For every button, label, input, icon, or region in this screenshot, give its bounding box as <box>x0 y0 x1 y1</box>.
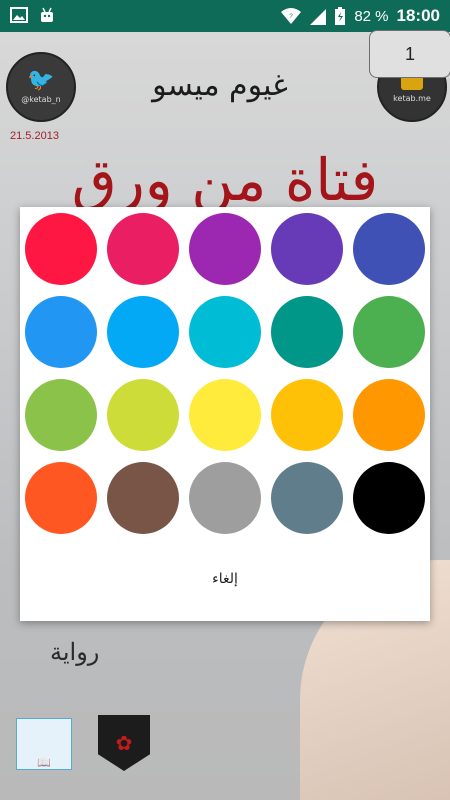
signal-icon <box>310 9 327 25</box>
wifi-icon: ? <box>281 8 302 24</box>
color-swatch[interactable] <box>189 462 261 534</box>
color-swatch[interactable] <box>25 296 97 368</box>
ketab-label: ketab.me <box>393 93 431 103</box>
image-icon <box>10 7 28 23</box>
color-swatch[interactable] <box>271 379 343 451</box>
clock: 18:00 <box>396 6 440 25</box>
color-swatch[interactable] <box>189 296 261 368</box>
color-swatch[interactable] <box>353 462 425 534</box>
color-swatch[interactable] <box>107 296 179 368</box>
status-bar-right: ? 82 % 18:00 <box>280 0 440 32</box>
color-swatch[interactable] <box>25 213 97 285</box>
color-swatch[interactable] <box>25 462 97 534</box>
color-swatch[interactable] <box>353 296 425 368</box>
color-swatch[interactable] <box>107 379 179 451</box>
author-name: غيوم ميسو <box>152 68 288 103</box>
color-swatch[interactable] <box>107 213 179 285</box>
battery-icon <box>335 7 346 25</box>
cancel-button[interactable]: إلغاء <box>20 557 430 601</box>
color-swatch[interactable] <box>271 213 343 285</box>
color-swatch[interactable] <box>107 462 179 534</box>
color-swatch[interactable] <box>271 462 343 534</box>
color-swatch[interactable] <box>189 379 261 451</box>
battery-percent: 82 % <box>354 7 389 25</box>
color-swatch[interactable] <box>25 379 97 451</box>
book-genre: رواية <box>50 638 100 666</box>
status-bar-left <box>10 6 56 24</box>
color-swatch[interactable] <box>189 213 261 285</box>
android-icon <box>41 7 53 22</box>
book-title: فتاة من ورق <box>71 146 379 214</box>
twitter-bird-icon: 🐦 <box>27 68 55 93</box>
publisher-logo-book-icon: 📖 <box>16 718 72 770</box>
color-swatch[interactable] <box>271 296 343 368</box>
status-bar: ? 82 % 18:00 <box>0 0 450 32</box>
twitter-handle: @ketab_n <box>21 95 61 104</box>
color-picker-dialog: إلغاء <box>20 207 430 621</box>
color-swatch[interactable] <box>353 379 425 451</box>
page-number-indicator[interactable]: 1 <box>369 30 450 78</box>
twitter-badge: 🐦 @ketab_n <box>6 52 76 122</box>
color-swatch[interactable] <box>353 213 425 285</box>
publish-date: 21.5.2013 <box>10 130 59 142</box>
